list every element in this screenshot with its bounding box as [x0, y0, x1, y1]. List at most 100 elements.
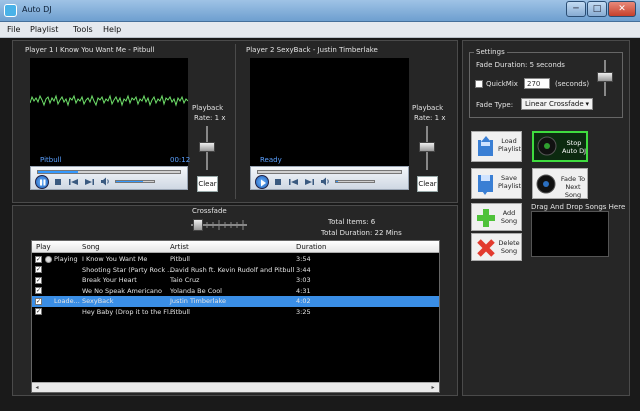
- fade-type-label: Fade Type:: [476, 101, 514, 109]
- previous-icon[interactable]: [289, 178, 299, 186]
- stop-autodj-button[interactable]: Stop Auto DJ: [532, 131, 588, 162]
- window-title: Auto DJ: [22, 5, 52, 14]
- delete-song-button[interactable]: Delete Song: [471, 233, 522, 261]
- next-icon[interactable]: [304, 178, 314, 186]
- close-button[interactable]: ✕: [608, 1, 636, 17]
- player2-volume-fill: [336, 181, 338, 182]
- player1-rate: Rate: 1 x: [194, 114, 226, 122]
- crossfade-label: Crossfade: [192, 207, 227, 215]
- row-song: Shooting Star (Party Rock ...: [82, 265, 174, 274]
- row-song: Break Your Heart: [82, 276, 137, 284]
- menu-file[interactable]: File: [7, 25, 20, 34]
- vinyl-record-icon: [537, 136, 557, 156]
- save-playlist-button[interactable]: Save Playlist: [471, 168, 522, 199]
- settings-title: Settings: [474, 48, 507, 56]
- chevron-down-icon: ▾: [585, 100, 589, 108]
- quickmix-seconds-input[interactable]: 270: [524, 78, 550, 89]
- player1-seek-fill: [38, 171, 78, 173]
- table-row[interactable]: ✓ Hey Baby (Drop it to the Fl... Pitbull 3:…: [32, 307, 439, 318]
- horizontal-scrollbar[interactable]: ◂ ▸: [32, 382, 439, 392]
- total-duration: Total Duration: 22 Mins: [321, 229, 402, 237]
- row-duration: 4:31: [296, 286, 311, 295]
- menu-playlist[interactable]: Playlist: [30, 25, 58, 34]
- table-row[interactable]: ✓ Break Your Heart Taio Cruz 3:03: [32, 275, 439, 286]
- player1-volume-slider[interactable]: [115, 180, 155, 183]
- player2-status: Ready: [260, 156, 282, 164]
- row-duration: 4:02: [296, 297, 311, 305]
- column-song[interactable]: Song: [82, 243, 100, 251]
- player1-video: Pitbull 00:12: [30, 58, 190, 166]
- delete-song-label: Delete Song: [498, 239, 520, 255]
- row-checkbox[interactable]: ✓: [35, 266, 42, 273]
- play-button[interactable]: [255, 175, 269, 189]
- total-items: Total Items: 6: [328, 218, 376, 226]
- speaker-icon[interactable]: [100, 177, 110, 186]
- stop-icon[interactable]: [54, 178, 62, 186]
- stop-icon[interactable]: [274, 178, 282, 186]
- quickmix-label: QuickMix: [486, 80, 518, 88]
- row-artist: Taio Cruz: [170, 276, 200, 284]
- player1-clear-button[interactable]: Clear: [197, 176, 218, 192]
- menu-help[interactable]: Help: [103, 25, 121, 34]
- play-icon: [261, 179, 266, 187]
- fade-duration-label: Fade Duration: 5 seconds: [476, 61, 565, 69]
- minimize-button[interactable]: ─: [566, 1, 586, 17]
- quickmix-unit: (seconds): [555, 80, 590, 88]
- row-checkbox[interactable]: ✓: [35, 297, 42, 305]
- table-row[interactable]: ✓ We No Speak Americano Yolanda Be Cool 4:3…: [32, 286, 439, 297]
- player2-clear-button[interactable]: Clear: [417, 176, 438, 192]
- fade-type-value: Linear Crossfade: [525, 100, 584, 108]
- previous-icon[interactable]: [69, 178, 79, 186]
- column-artist[interactable]: Artist: [170, 243, 189, 251]
- column-play[interactable]: Play: [36, 243, 51, 251]
- player-divider: [235, 44, 236, 199]
- row-checkbox[interactable]: ✓: [35, 287, 42, 294]
- player2-seek-bar[interactable]: [257, 170, 402, 174]
- player1-waveform: [30, 94, 188, 107]
- vinyl-record-icon: [536, 174, 556, 194]
- row-artist: Pitbull: [170, 307, 190, 316]
- speaker-icon[interactable]: [320, 177, 330, 186]
- quickmix-checkbox[interactable]: [475, 80, 483, 88]
- load-playlist-label: Load Playlist: [498, 137, 522, 153]
- scroll-right-icon[interactable]: ▸: [429, 384, 437, 391]
- row-song: SexyBack: [82, 297, 114, 305]
- maximize-button[interactable]: □: [587, 1, 607, 17]
- player1-header: Player 1 I Know You Want Me - Pitbull: [25, 46, 155, 54]
- crossfade-duration-slider[interactable]: [597, 72, 613, 82]
- player2-playback-label: Playback: [412, 104, 444, 112]
- crossfade-slider[interactable]: [191, 218, 247, 232]
- pause-button[interactable]: [35, 175, 49, 189]
- pause-icon: [40, 179, 46, 186]
- title-bar: Auto DJ ─ □ ✕: [0, 0, 640, 22]
- table-row[interactable]: ✓ Loade... SexyBack Justin Timberlake 4:02: [32, 296, 439, 307]
- now-playing-icon: [45, 255, 52, 263]
- fade-next-song-button[interactable]: Fade To Next Song: [532, 168, 588, 199]
- row-status: Playing: [54, 255, 78, 263]
- load-playlist-button[interactable]: Load Playlist: [471, 131, 522, 162]
- next-icon[interactable]: [84, 178, 94, 186]
- drag-drop-zone[interactable]: [531, 211, 609, 257]
- row-duration: 3:44: [296, 265, 311, 274]
- player1-seek-bar[interactable]: [37, 170, 181, 174]
- player2-rate-slider[interactable]: [419, 142, 435, 152]
- menu-tools[interactable]: Tools: [73, 25, 93, 34]
- table-row[interactable]: ✓ Shooting Star (Party Rock ... David Rush…: [32, 265, 439, 276]
- row-checkbox[interactable]: ✓: [35, 255, 42, 263]
- scroll-left-icon[interactable]: ◂: [33, 384, 41, 391]
- player1-rate-slider[interactable]: [199, 142, 215, 152]
- crossfade-thumb[interactable]: [193, 219, 203, 231]
- menu-bar: File Playlist Tools Help: [0, 22, 640, 38]
- row-artist: Yolanda Be Cool: [170, 286, 222, 295]
- fade-type-select[interactable]: Linear Crossfade ▾: [521, 98, 593, 110]
- stop-autodj-label: Stop Auto DJ: [561, 139, 587, 155]
- add-song-button[interactable]: Add Song: [471, 203, 522, 231]
- player2-volume-slider[interactable]: [335, 180, 375, 183]
- table-row[interactable]: ✓ Playing I Know You Want Me Pitbull 3:54: [32, 254, 439, 265]
- player2-video: Ready: [250, 58, 409, 166]
- row-checkbox[interactable]: ✓: [35, 308, 42, 315]
- dropzone-label: Drag And Drop Songs Here: [531, 203, 626, 211]
- column-duration[interactable]: Duration: [296, 243, 326, 251]
- row-checkbox[interactable]: ✓: [35, 276, 42, 284]
- row-song: We No Speak Americano: [82, 286, 162, 295]
